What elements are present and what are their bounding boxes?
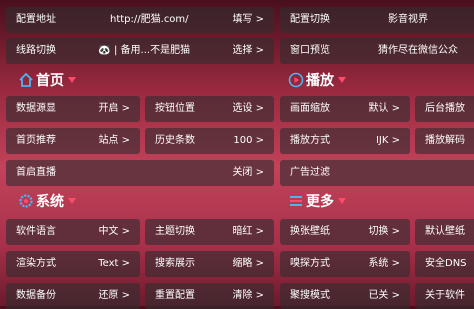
chevron-down-icon — [338, 77, 346, 83]
more-sniff-row[interactable]: 嗅探方式 系统 > — [280, 251, 410, 277]
row-label: 聚搜模式 — [290, 290, 330, 301]
row-label: 后台播放 — [425, 103, 465, 114]
window-preview-row[interactable]: 窗口预览 猜作尽在微信公众 — [280, 38, 474, 64]
config-url-action: 填写 > — [232, 14, 264, 25]
more-wallpaper-row[interactable]: 换张壁纸 切换 > — [280, 219, 410, 245]
more-about-row[interactable]: 关于软件 — [415, 283, 474, 309]
row-value: 缩略 > — [232, 258, 264, 269]
row-label: 主题切换 — [155, 226, 195, 237]
row-label: 安全DNS — [425, 258, 467, 269]
row-label: 搜索展示 — [155, 258, 195, 269]
row-value: 中文 > — [98, 226, 130, 237]
row-value: 暗红 > — [232, 226, 264, 237]
system-theme-row[interactable]: 主题切换 暗红 > — [145, 219, 274, 245]
row-value: 关闭 > — [232, 167, 264, 178]
gear-icon — [19, 194, 33, 208]
more-aggregate-search-row[interactable]: 聚搜模式 已关 > — [280, 283, 410, 309]
system-render-row[interactable]: 渲染方式 Text > — [6, 251, 140, 277]
row-value: 系统 > — [368, 258, 400, 269]
line-switch-label: 线路切换 — [16, 45, 56, 56]
line-switch-value: | 备用...不是肥猫 — [114, 45, 191, 56]
line-switch-row[interactable]: 线路切换 🐼 | 备用...不是肥猫 选择 > — [6, 38, 274, 64]
section-play-header: 播放 — [288, 70, 346, 92]
more-dns-row[interactable]: 安全DNS — [415, 251, 474, 277]
section-play-title: 播放 — [306, 73, 334, 89]
row-value: 还原 > — [98, 290, 130, 301]
system-search-display-row[interactable]: 搜索展示 缩略 > — [145, 251, 274, 277]
row-label: 换张壁纸 — [290, 226, 330, 237]
row-value: IJK > — [375, 135, 400, 146]
section-home-header: 首页 — [18, 70, 76, 92]
row-value: 切换 > — [368, 226, 400, 237]
chevron-down-icon — [338, 198, 346, 204]
config-switch-row[interactable]: 配置切换 影音视界 — [280, 7, 474, 33]
row-value: 清除 > — [232, 290, 264, 301]
play-ad-filter-row[interactable]: 广告过滤 — [280, 160, 474, 186]
play-background-row[interactable]: 后台播放 — [415, 96, 474, 122]
row-value: 默认 > — [368, 103, 400, 114]
play-icon — [288, 72, 304, 88]
config-switch-value: 影音视界 — [388, 14, 428, 25]
home-history-count-row[interactable]: 历史条数 100 > — [145, 128, 274, 154]
row-value: 已关 > — [368, 290, 400, 301]
section-home-title: 首页 — [36, 73, 64, 89]
row-value: Text > — [98, 258, 130, 269]
config-url-value: http://肥猫.com/ — [110, 14, 189, 25]
row-label: 首启直播 — [16, 167, 56, 178]
row-label: 首页推荐 — [16, 135, 56, 146]
row-label: 广告过滤 — [290, 167, 330, 178]
row-label: 默认壁纸 — [425, 226, 465, 237]
window-preview-value: 猜作尽在微信公众 — [378, 45, 458, 56]
config-url-row[interactable]: 配置地址 http://肥猫.com/ 填写 > — [6, 7, 274, 33]
section-system-title: 系统 — [36, 194, 64, 210]
home-icon — [19, 72, 33, 87]
section-system-header: 系统 — [18, 191, 76, 213]
section-more-header: 更多 — [288, 191, 346, 213]
row-label: 画面缩放 — [290, 103, 330, 114]
row-value: 100 > — [233, 135, 264, 146]
system-backup-row[interactable]: 数据备份 还原 > — [6, 283, 140, 309]
config-switch-label: 配置切换 — [290, 14, 330, 25]
row-label: 数据备份 — [16, 290, 56, 301]
row-label: 软件语言 — [16, 226, 56, 237]
system-reset-row[interactable]: 重置配置 清除 > — [145, 283, 274, 309]
line-switch-action: 选择 > — [232, 45, 264, 56]
row-label: 关于软件 — [425, 290, 465, 301]
window-preview-label: 窗口预览 — [290, 45, 330, 56]
play-method-row[interactable]: 播放方式 IJK > — [280, 128, 410, 154]
panda-icon: 🐼 — [98, 45, 111, 56]
section-more-title: 更多 — [306, 194, 334, 210]
row-label: 重置配置 — [155, 290, 195, 301]
chevron-down-icon — [68, 77, 76, 83]
home-button-position-row[interactable]: 按钮位置 选设 > — [145, 96, 274, 122]
more-default-wallpaper-row[interactable]: 默认壁纸 — [415, 219, 474, 245]
chevron-down-icon — [68, 198, 76, 204]
row-label: 播放方式 — [290, 135, 330, 146]
home-datasource-row[interactable]: 数据源显 开启 > — [6, 96, 140, 122]
system-language-row[interactable]: 软件语言 中文 > — [6, 219, 140, 245]
play-scale-row[interactable]: 画面缩放 默认 > — [280, 96, 410, 122]
menu-icon — [290, 196, 302, 206]
row-value: 选设 > — [232, 103, 264, 114]
row-label: 播放解码 — [425, 135, 465, 146]
home-startup-live-row[interactable]: 首启直播 关闭 > — [6, 160, 274, 186]
row-label: 按钮位置 — [155, 103, 195, 114]
row-value: 开启 > — [98, 103, 130, 114]
home-recommend-row[interactable]: 首页推荐 站点 > — [6, 128, 140, 154]
play-decode-row[interactable]: 播放解码 — [415, 128, 474, 154]
config-url-label: 配置地址 — [16, 14, 56, 25]
row-label: 历史条数 — [155, 135, 195, 146]
row-label: 数据源显 — [16, 103, 56, 114]
row-label: 渲染方式 — [16, 258, 56, 269]
row-value: 站点 > — [98, 135, 130, 146]
row-label: 嗅探方式 — [290, 258, 330, 269]
